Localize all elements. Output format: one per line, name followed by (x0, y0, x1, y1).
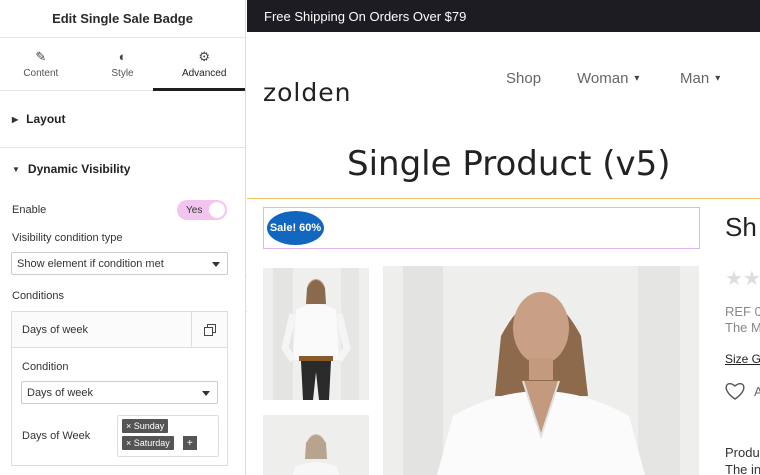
section-dynamic-visibility[interactable]: ▼ Dynamic Visibility (0, 148, 245, 190)
editor-panel: Edit Single Sale Badge ✎ Content ◐ Style… (0, 0, 246, 475)
duplicate-button[interactable] (191, 312, 227, 348)
nav-item-shop[interactable]: Shop (506, 70, 541, 87)
tag-label: Saturday (133, 438, 170, 448)
product-ref: REF 0 (725, 304, 760, 319)
model-photo-image (263, 268, 369, 400)
repeater-item-header[interactable]: Days of week (12, 312, 227, 348)
tag-remove-button[interactable]: × (126, 438, 131, 448)
gear-icon: ⚙ (198, 48, 210, 64)
heart-icon (725, 382, 745, 400)
wishlist-label: A (754, 383, 760, 399)
tag-sunday: × Sunday (122, 419, 169, 433)
page-preview: Free Shipping On Orders Over $79 zolden … (247, 0, 760, 475)
product-thumbnail[interactable] (263, 268, 369, 400)
site-logo[interactable]: zolden (263, 78, 351, 107)
pencil-icon: ✎ (35, 48, 47, 64)
enable-toggle[interactable]: Yes (177, 200, 227, 220)
enable-toggle-label: Yes (186, 204, 203, 216)
add-tag-button[interactable]: + (182, 436, 197, 450)
panel-tabs: ✎ Content ◐ Style ⚙ Advanced (0, 38, 245, 91)
chevron-down-icon: ▾ (715, 73, 721, 84)
shipping-banner-text: Free Shipping On Orders Over $79 (264, 8, 467, 24)
sale-badge: Sale! 60% (267, 211, 324, 245)
nav-man-label: Man (680, 70, 710, 87)
caret-right-icon: ▶ (12, 114, 19, 124)
product-description-title: Produ (725, 445, 760, 460)
toggle-knob (209, 202, 225, 218)
section-dynamic-visibility-label: Dynamic Visibility (27, 162, 131, 176)
section-layout[interactable]: ▶ Layout (0, 91, 245, 148)
page-title: Single Product (v5) (347, 144, 671, 184)
tag-saturday: × Saturday (122, 436, 174, 450)
product-description-text: The in (725, 462, 760, 475)
size-guide-link[interactable]: Size Gu (725, 352, 760, 366)
product-main-image[interactable] (383, 266, 699, 475)
sale-badge-widget[interactable]: Sale! 60% (263, 207, 700, 249)
copy-icon (203, 324, 216, 336)
active-tab-indicator (153, 88, 245, 91)
tab-style[interactable]: ◐ Style (82, 38, 164, 90)
tab-content-label: Content (23, 67, 59, 79)
days-multiselect[interactable]: × Sunday × Saturday + (117, 415, 219, 457)
tab-advanced[interactable]: ⚙ Advanced (163, 38, 245, 90)
rating-stars: ★★ (725, 268, 760, 290)
visibility-type-value: Show element if condition met (17, 257, 164, 270)
nav-item-man[interactable]: Man ▾ (680, 70, 720, 87)
tab-content[interactable]: ✎ Content (0, 38, 82, 90)
product-subtitle: The M (725, 320, 760, 335)
chevron-down-icon (212, 262, 220, 267)
days-label: Days of Week (22, 430, 91, 442)
wishlist-button[interactable]: A (724, 381, 760, 401)
half-circle-icon: ◐ (118, 48, 127, 64)
model-photo-image (383, 266, 699, 475)
tag-remove-button[interactable]: × (126, 421, 131, 431)
chevron-down-icon: ▾ (634, 73, 640, 84)
repeater-item-title: Days of week (22, 323, 89, 336)
caret-down-icon: ▼ (12, 164, 20, 174)
tab-advanced-label: Advanced (181, 67, 227, 79)
tab-style-label: Style (111, 67, 134, 79)
product-thumbnail[interactable] (263, 415, 369, 475)
section-layout-label: Layout (26, 112, 66, 126)
conditions-repeater: Days of week Condition Days of week Days… (11, 311, 228, 466)
visibility-type-label: Visibility condition type (12, 232, 123, 244)
panel-title: Edit Single Sale Badge (0, 0, 245, 38)
conditions-label: Conditions (12, 290, 64, 302)
condition-label: Condition (22, 361, 69, 373)
tag-label: Sunday (133, 421, 165, 431)
condition-value: Days of week (27, 386, 94, 399)
nav-item-woman[interactable]: Woman ▾ (577, 70, 639, 87)
chevron-down-icon (202, 391, 210, 396)
shipping-banner: Free Shipping On Orders Over $79 (247, 0, 760, 32)
visibility-type-select[interactable]: Show element if condition met (11, 252, 228, 275)
product-title: Sh (725, 212, 757, 242)
nav-shop-label: Shop (506, 70, 542, 87)
condition-select[interactable]: Days of week (21, 381, 218, 404)
model-photo-image (263, 415, 369, 475)
nav-woman-label: Woman (577, 70, 629, 87)
